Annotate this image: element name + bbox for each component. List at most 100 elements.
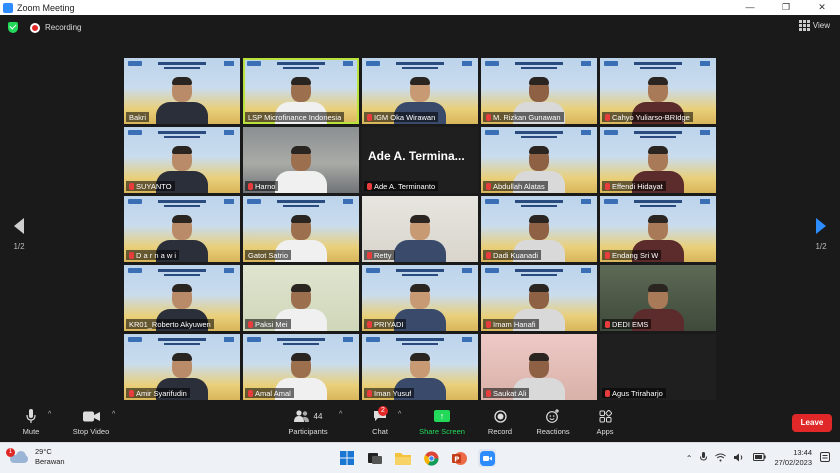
clock-time: 13:44 bbox=[793, 448, 812, 457]
participant-tile[interactable]: Ade A. Termina... Ade A. Terminanto bbox=[362, 127, 478, 193]
participant-name: Amal Amal bbox=[255, 388, 291, 398]
minimize-button[interactable]: — bbox=[732, 0, 768, 15]
participant-name: PRIYADI bbox=[374, 319, 404, 329]
participant-video bbox=[150, 76, 214, 124]
meeting-toolbar: Mute ^ Stop Video ^ 44 Participants ^ 2 … bbox=[0, 403, 840, 442]
microphone-tray-icon[interactable] bbox=[700, 452, 708, 464]
record-button[interactable]: Record bbox=[485, 408, 515, 436]
speaker-icon[interactable] bbox=[734, 453, 745, 464]
participant-tile[interactable]: PRIYADI bbox=[362, 265, 478, 331]
participant-tile[interactable]: Imam Hanafi bbox=[481, 265, 597, 331]
stop-video-button[interactable]: Stop Video bbox=[68, 408, 114, 436]
security-shield-icon[interactable] bbox=[8, 22, 18, 33]
view-label: View bbox=[812, 21, 830, 30]
participant-tile[interactable]: M. Rizkan Gunawan bbox=[481, 58, 597, 124]
page-indicator-right: 1/2 bbox=[815, 242, 827, 251]
mute-button[interactable]: Mute bbox=[14, 408, 48, 436]
participant-name-label: D a r n a w i bbox=[126, 250, 180, 260]
participant-tile[interactable]: Dadi Kuanadi bbox=[481, 196, 597, 262]
participant-tile[interactable]: IGM Oka Wirawan bbox=[362, 58, 478, 124]
participant-name-label: Abdullah Alatas bbox=[483, 181, 548, 191]
record-icon bbox=[485, 408, 515, 424]
participant-name-label: Effendi Hidayat bbox=[602, 181, 666, 191]
participant-name-label: Endang Sri W bbox=[602, 250, 662, 260]
participant-tile[interactable]: Cahyo Yuliarso-BRIdge bbox=[600, 58, 716, 124]
muted-microphone-icon bbox=[486, 182, 491, 190]
share-screen-label: Share Screen bbox=[419, 427, 465, 436]
muted-microphone-icon bbox=[486, 389, 491, 397]
participant-tile[interactable]: Gatot Satrio bbox=[243, 196, 359, 262]
participant-tile[interactable]: DEDI EMS bbox=[600, 265, 716, 331]
participant-tile[interactable]: Amir Syarifudin bbox=[124, 334, 240, 400]
participant-tile[interactable]: LSP Microfinance Indonesia bbox=[243, 58, 359, 124]
participant-tile[interactable]: Retty bbox=[362, 196, 478, 262]
muted-microphone-icon bbox=[367, 182, 372, 190]
mute-options-chevron-icon[interactable]: ^ bbox=[48, 411, 51, 418]
participant-tile[interactable]: D a r n a w i bbox=[124, 196, 240, 262]
recording-icon[interactable] bbox=[30, 22, 40, 33]
participant-tile[interactable]: Iman Yusuf bbox=[362, 334, 478, 400]
participant-name: Retty bbox=[374, 250, 392, 260]
participant-tile[interactable]: Agus Triraharjo bbox=[600, 334, 716, 400]
participant-name: Saukat Ali bbox=[493, 388, 527, 398]
chevron-left-icon bbox=[14, 218, 24, 234]
participant-tile[interactable]: Amal Amal bbox=[243, 334, 359, 400]
apps-button[interactable]: Apps bbox=[592, 408, 618, 436]
participant-name-label: Ade A. Terminanto bbox=[364, 181, 439, 191]
powerpoint-icon[interactable]: P bbox=[450, 449, 468, 467]
close-button[interactable]: ✕ bbox=[804, 0, 840, 15]
participant-name: Dadi Kuanadi bbox=[493, 250, 539, 260]
participant-tile[interactable]: Effendi Hidayat bbox=[600, 127, 716, 193]
participant-tile[interactable]: KR01_Roberto Akyuwen bbox=[124, 265, 240, 331]
view-button[interactable]: View bbox=[798, 20, 830, 31]
weather-widget[interactable]: 1 29°C Berawan bbox=[6, 447, 65, 467]
notifications-icon[interactable] bbox=[820, 452, 830, 464]
participant-tile[interactable]: Abdullah Alatas bbox=[481, 127, 597, 193]
participant-tile[interactable]: SUYANTO bbox=[124, 127, 240, 193]
weather-description: Berawan bbox=[35, 457, 65, 466]
wifi-icon[interactable] bbox=[715, 453, 727, 464]
share-screen-icon: ↑ bbox=[416, 408, 468, 424]
share-screen-button[interactable]: ↑ Share Screen bbox=[416, 408, 468, 436]
participants-options-chevron-icon[interactable]: ^ bbox=[339, 411, 342, 418]
chat-button[interactable]: 2 Chat bbox=[366, 406, 394, 436]
participant-tile[interactable]: Harno bbox=[243, 127, 359, 193]
next-page-button[interactable]: 1/2 bbox=[811, 218, 831, 251]
participant-name-label: Agus Triraharjo bbox=[602, 388, 666, 398]
participants-button[interactable]: 44 Participants bbox=[285, 408, 331, 436]
muted-microphone-icon bbox=[129, 182, 134, 190]
weather-temperature: 29°C bbox=[35, 447, 52, 456]
chat-options-chevron-icon[interactable]: ^ bbox=[398, 411, 401, 418]
participant-name: Bakri bbox=[129, 112, 147, 122]
leave-button[interactable]: Leave bbox=[792, 414, 832, 432]
participant-name-label: DEDI EMS bbox=[602, 319, 652, 329]
participant-name-label: M. Rizkan Gunawan bbox=[483, 112, 564, 122]
chrome-icon[interactable] bbox=[422, 449, 440, 467]
task-view-icon[interactable] bbox=[366, 449, 384, 467]
video-options-chevron-icon[interactable]: ^ bbox=[112, 411, 115, 418]
participant-name-label: PRIYADI bbox=[364, 319, 407, 329]
participant-tile[interactable]: Paksi Mei bbox=[243, 265, 359, 331]
participant-name-label: Harno bbox=[245, 181, 279, 191]
taskbar-apps: P bbox=[338, 449, 496, 467]
participant-tile[interactable]: Endang Sri W bbox=[600, 196, 716, 262]
recording-label: Recording bbox=[45, 23, 82, 32]
participant-tile[interactable]: Saukat Ali bbox=[481, 334, 597, 400]
participant-name-label: KR01_Roberto Akyuwen bbox=[126, 319, 214, 329]
apps-label: Apps bbox=[596, 427, 614, 436]
zoom-taskbar-icon[interactable] bbox=[478, 449, 496, 467]
participants-count: 44 bbox=[313, 411, 323, 421]
participant-name-label: Iman Yusuf bbox=[364, 388, 415, 398]
reactions-button[interactable]: Reactions bbox=[532, 408, 574, 436]
participant-tile[interactable]: Bakri bbox=[124, 58, 240, 124]
windows-start-icon[interactable] bbox=[338, 449, 356, 467]
maximize-button[interactable]: ❐ bbox=[768, 0, 804, 15]
participant-name: Abdullah Alatas bbox=[493, 181, 545, 191]
previous-page-button[interactable]: 1/2 bbox=[9, 218, 29, 251]
participant-name-label: Bakri bbox=[126, 112, 150, 122]
participant-name-label: Paksi Mei bbox=[245, 319, 291, 329]
file-explorer-icon[interactable] bbox=[394, 449, 412, 467]
chevron-up-icon[interactable]: ⌃ bbox=[686, 454, 693, 463]
battery-icon[interactable] bbox=[753, 453, 767, 463]
taskbar-clock[interactable]: 13:44 27/02/2023 bbox=[774, 448, 812, 468]
